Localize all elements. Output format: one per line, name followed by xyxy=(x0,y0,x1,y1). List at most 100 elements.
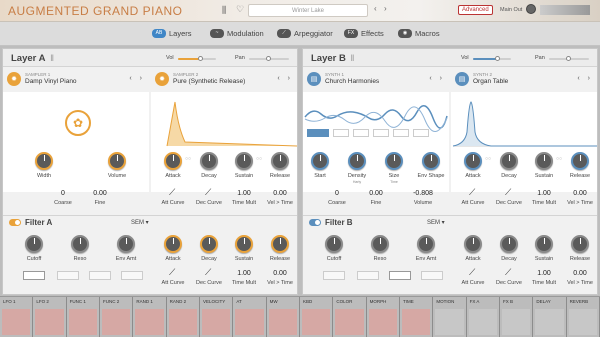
notch-button[interactable] xyxy=(57,271,79,280)
att-curve-icon[interactable]: ⟋ xyxy=(469,267,475,278)
menu-icon[interactable]: ‖ xyxy=(348,53,354,64)
link-icon[interactable]: ○○ xyxy=(256,156,262,162)
env-amt-knob[interactable] xyxy=(117,235,135,253)
attack-knob[interactable] xyxy=(464,152,482,170)
vel-time-value[interactable]: 0.00 xyxy=(260,190,300,197)
mod-slot-lfo-2[interactable]: LFO 2 xyxy=(33,297,67,337)
att-curve-icon[interactable]: ⟋ xyxy=(169,267,175,278)
grain-slot[interactable] xyxy=(393,129,409,137)
coarse-value[interactable]: 0 xyxy=(43,190,83,197)
tab-effects[interactable]: FX Effects xyxy=(344,29,384,38)
grain-slot[interactable] xyxy=(373,129,389,137)
coarse-value[interactable]: 0 xyxy=(317,190,357,197)
notch-button[interactable] xyxy=(357,271,379,280)
synth-1-header[interactable]: ▤ SYNTH 1 Church Harmonies ‹ › xyxy=(303,68,449,92)
mod-slot-mw[interactable]: MW xyxy=(266,297,300,337)
att-curve-icon[interactable]: ⟋ xyxy=(169,187,175,198)
mod-slot-time[interactable]: TIME xyxy=(400,297,434,337)
dec-curve-icon[interactable]: ⟋ xyxy=(205,187,211,198)
mod-slot-motion[interactable]: MOTION xyxy=(433,297,467,337)
filter-attack-knob[interactable] xyxy=(464,235,482,253)
filter-decay-knob[interactable] xyxy=(500,235,518,253)
lowpass-button[interactable] xyxy=(323,271,345,280)
sustain-knob[interactable] xyxy=(535,152,553,170)
engine-nav-arrows[interactable]: ‹ › xyxy=(577,75,593,82)
grain-slot[interactable] xyxy=(413,129,429,137)
fine-value[interactable]: 0.00 xyxy=(356,190,396,197)
filter-release-knob[interactable] xyxy=(271,235,289,253)
vel-time-value[interactable]: 0.00 xyxy=(560,190,600,197)
release-knob[interactable] xyxy=(271,152,289,170)
volume-knob[interactable] xyxy=(108,152,126,170)
synth-2-header[interactable]: ▤ SYNTH 2 Organ Table ‹ › xyxy=(451,68,597,92)
library-icon[interactable]: ⫼ xyxy=(222,5,232,15)
decay-knob[interactable] xyxy=(200,152,218,170)
mod-slot-color[interactable]: COLOR xyxy=(333,297,367,337)
mod-slot-delay[interactable]: DELAY xyxy=(533,297,567,337)
fine-value[interactable]: 0.00 xyxy=(80,190,120,197)
attack-knob[interactable] xyxy=(164,152,182,170)
filter-release-knob[interactable] xyxy=(571,235,589,253)
tab-macros[interactable]: ◉ Macros xyxy=(398,29,440,38)
cutoff-knob[interactable] xyxy=(325,235,343,253)
engine-nav-arrows[interactable]: ‹ › xyxy=(129,75,145,82)
att-curve-icon[interactable]: ⟋ xyxy=(469,187,475,198)
tab-modulation[interactable]: ~ Modulation xyxy=(210,29,264,38)
mod-slot-lfo-1[interactable]: LFO 1 xyxy=(0,297,34,337)
menu-icon[interactable]: ‖ xyxy=(48,53,54,64)
grain-slot[interactable] xyxy=(333,129,349,137)
mod-slot-velocity[interactable]: VELOCITY xyxy=(200,297,234,337)
link-icon[interactable]: ○○ xyxy=(185,156,191,162)
heart-icon[interactable]: ♡ xyxy=(236,4,244,15)
highpass-button[interactable] xyxy=(121,271,143,280)
filter-sustain-knob[interactable] xyxy=(235,235,253,253)
time-mult-value[interactable]: 1.00 xyxy=(224,270,264,277)
dec-curve-icon[interactable]: ⟋ xyxy=(505,267,511,278)
lowpass-button[interactable] xyxy=(23,271,45,280)
dec-curve-icon[interactable]: ⟋ xyxy=(505,187,511,198)
mod-slot-rand-1[interactable]: RAND 1 xyxy=(133,297,167,337)
sampler-2-header[interactable]: ✹ SAMPLER 2 Pure (Synthetic Release) ‹ › xyxy=(151,68,297,92)
cutoff-knob[interactable] xyxy=(25,235,43,253)
filter-decay-knob[interactable] xyxy=(200,235,218,253)
filter-sustain-knob[interactable] xyxy=(535,235,553,253)
filter-type-select[interactable]: SEM ▾ xyxy=(131,219,149,226)
filter-type-select[interactable]: SEM ▾ xyxy=(427,219,445,226)
filter-b-toggle[interactable] xyxy=(309,219,321,226)
vol-thumb[interactable] xyxy=(495,56,500,61)
link-icon[interactable]: ○○ xyxy=(485,156,491,162)
mod-slot-fx-b[interactable]: FX B xyxy=(500,297,534,337)
grain-slot[interactable] xyxy=(353,129,369,137)
bandpass-button[interactable] xyxy=(89,271,111,280)
advanced-button[interactable]: Advanced xyxy=(458,5,493,15)
volume-value[interactable]: -0.808 xyxy=(403,190,443,197)
bandpass-button[interactable] xyxy=(389,271,411,280)
decay-knob[interactable] xyxy=(500,152,518,170)
engine-nav-arrows[interactable]: ‹ › xyxy=(429,75,445,82)
mod-slot-morph[interactable]: MORPH xyxy=(366,297,400,337)
preset-name-field[interactable]: Winter Lake xyxy=(248,4,368,17)
time-mult-value[interactable]: 1.00 xyxy=(224,190,264,197)
highpass-button[interactable] xyxy=(421,271,443,280)
vel-time-value[interactable]: 0.00 xyxy=(560,270,600,277)
engine-nav-arrows[interactable]: ‹ › xyxy=(277,75,293,82)
start-knob[interactable] xyxy=(311,152,329,170)
time-mult-value[interactable]: 1.00 xyxy=(524,190,564,197)
filter-attack-knob[interactable] xyxy=(164,235,182,253)
dec-curve-icon[interactable]: ⟋ xyxy=(205,267,211,278)
previous-preset-button[interactable]: ‹ xyxy=(374,4,377,13)
tab-layers[interactable]: AB Layers xyxy=(152,29,192,38)
mod-slot-func-1[interactable]: FUNC 1 xyxy=(66,297,100,337)
time-mult-value[interactable]: 1.00 xyxy=(524,270,564,277)
filter-a-toggle[interactable] xyxy=(9,219,21,226)
mod-slot-func-2[interactable]: FUNC 2 xyxy=(100,297,134,337)
pan-thumb[interactable] xyxy=(566,56,571,61)
mod-slot-kbd[interactable]: KBD xyxy=(300,297,334,337)
mod-slot-reverb[interactable]: REVERB xyxy=(566,297,600,337)
vel-time-value[interactable]: 0.00 xyxy=(260,270,300,277)
density-knob[interactable] xyxy=(348,152,366,170)
env-shape-knob[interactable] xyxy=(422,152,440,170)
size-knob[interactable] xyxy=(385,152,403,170)
pan-thumb[interactable] xyxy=(266,56,271,61)
width-knob[interactable] xyxy=(35,152,53,170)
